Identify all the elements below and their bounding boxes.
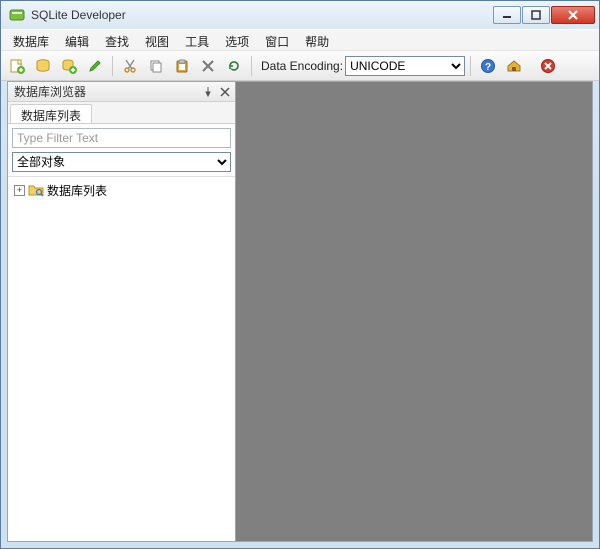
filter-input[interactable] — [12, 128, 231, 148]
paste-button[interactable] — [170, 54, 194, 78]
window-title: SQLite Developer — [31, 8, 493, 22]
toolbar: Data Encoding: UNICODE ? — [1, 51, 599, 81]
client-area: 数据库浏览器 数据库列表 全部对象 + — [7, 81, 593, 542]
menu-window[interactable]: 窗口 — [257, 30, 297, 50]
delete-button[interactable] — [196, 54, 220, 78]
close-button[interactable] — [551, 6, 595, 24]
window-controls — [493, 6, 595, 24]
refresh-button[interactable] — [222, 54, 246, 78]
help-button[interactable]: ? — [476, 54, 500, 78]
panel-title: 数据库浏览器 — [14, 83, 199, 100]
tree-root-label: 数据库列表 — [47, 182, 107, 199]
expand-icon[interactable]: + — [14, 185, 25, 196]
close-icon — [220, 87, 230, 97]
database-tree[interactable]: + 数据库列表 — [8, 176, 235, 541]
mdi-area — [236, 82, 592, 541]
database-browser-panel: 数据库浏览器 数据库列表 全部对象 + — [8, 82, 236, 541]
stop-button[interactable] — [536, 54, 560, 78]
add-connection-button[interactable] — [57, 54, 81, 78]
edit-button[interactable] — [83, 54, 107, 78]
toolbar-separator — [251, 56, 252, 76]
toolbar-separator — [470, 56, 471, 76]
menu-view[interactable]: 视图 — [137, 30, 177, 50]
minimize-button[interactable] — [493, 6, 521, 24]
menu-options[interactable]: 选项 — [217, 30, 257, 50]
copy-button[interactable] — [144, 54, 168, 78]
menu-help[interactable]: 帮助 — [297, 30, 337, 50]
menu-find[interactable]: 查找 — [97, 30, 137, 50]
cut-button[interactable] — [118, 54, 142, 78]
panel-pin-button[interactable] — [200, 84, 216, 100]
toolbar-separator — [112, 56, 113, 76]
app-window: SQLite Developer 数据库 编辑 查找 视图 工具 选项 窗口 帮… — [0, 0, 600, 549]
menu-edit[interactable]: 编辑 — [57, 30, 97, 50]
encoding-group: Data Encoding: UNICODE — [261, 56, 465, 76]
titlebar: SQLite Developer — [1, 1, 599, 29]
panel-header: 数据库浏览器 — [8, 82, 235, 102]
home-button[interactable] — [502, 54, 526, 78]
menubar: 数据库 编辑 查找 视图 工具 选项 窗口 帮助 — [1, 29, 599, 51]
pin-icon — [203, 87, 213, 97]
svg-text:?: ? — [485, 62, 491, 73]
menu-database[interactable]: 数据库 — [5, 30, 57, 50]
object-type-select[interactable]: 全部对象 — [12, 152, 231, 172]
encoding-select[interactable]: UNICODE — [345, 56, 465, 76]
folder-search-icon — [28, 182, 44, 198]
menu-tools[interactable]: 工具 — [177, 30, 217, 50]
tab-database-list[interactable]: 数据库列表 — [10, 104, 92, 123]
encoding-label: Data Encoding: — [261, 59, 343, 73]
open-database-button[interactable] — [31, 54, 55, 78]
app-icon — [9, 7, 25, 23]
maximize-button[interactable] — [522, 6, 550, 24]
new-query-button[interactable] — [5, 54, 29, 78]
panel-close-button[interactable] — [217, 84, 233, 100]
tree-root-row[interactable]: + 数据库列表 — [10, 181, 233, 199]
panel-tabs: 数据库列表 — [8, 102, 235, 124]
